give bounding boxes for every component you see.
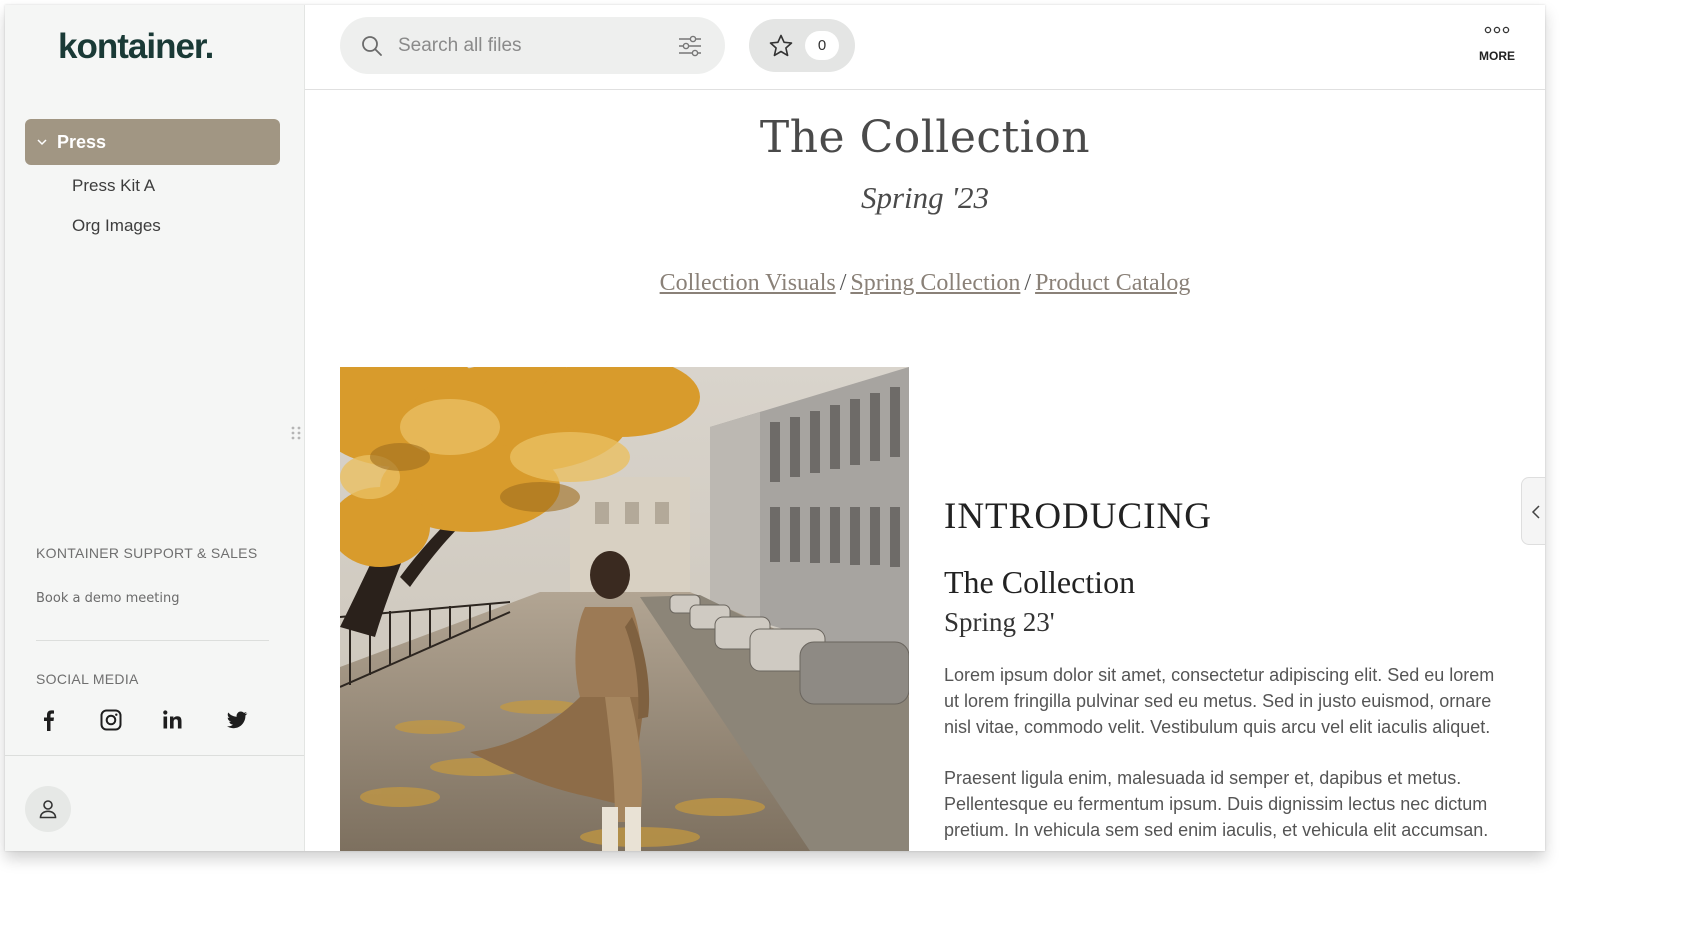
filter-sliders-icon[interactable]	[677, 34, 703, 58]
divider	[36, 640, 269, 641]
breadcrumb-separator: /	[1024, 270, 1032, 296]
linkedin-icon[interactable]	[160, 707, 186, 733]
support-heading: KONTAINER SUPPORT & SALES	[36, 545, 258, 561]
woman-autumn-street-image	[340, 367, 909, 851]
favorites-button[interactable]: 0	[749, 19, 855, 72]
breadcrumb: Collection Visuals / Spring Collection / Pro…	[305, 270, 1545, 297]
chevron-down-icon	[37, 139, 47, 146]
breadcrumb-link-collection-visuals[interactable]: Collection Visuals	[660, 270, 836, 296]
search-input[interactable]	[396, 29, 670, 63]
more-menu-button[interactable]: MORE	[1475, 25, 1519, 63]
intro-title: The Collection	[944, 564, 1136, 600]
sidebar-item-org-images[interactable]: Org Images	[72, 216, 161, 236]
sidebar: kontainer. Press Press Kit A Org Images …	[5, 5, 305, 851]
divider	[5, 755, 304, 756]
intro-paragraph: Praesent ligula enim, malesuada id sempe…	[944, 768, 1489, 840]
sidebar-item-press[interactable]: Press	[25, 119, 280, 165]
sidebar-item-label: Press	[57, 131, 107, 152]
book-demo-link[interactable]: Book a demo meeting	[36, 591, 179, 606]
main-content: The Collection Spring '23 Collection Vis…	[305, 90, 1545, 851]
brand-logo[interactable]: kontainer.	[58, 27, 214, 67]
search-icon	[362, 36, 382, 56]
favorites-count-badge: 0	[805, 31, 839, 60]
social-heading: SOCIAL MEDIA	[36, 671, 139, 687]
intro-paragraph: Lorem ipsum dolor sit amet, consectetur …	[944, 665, 1495, 737]
user-avatar-button[interactable]	[25, 786, 71, 832]
page-subtitle: Spring '23	[860, 180, 990, 215]
intro-heading: INTRODUCING	[944, 496, 1212, 537]
more-label: MORE	[1479, 49, 1515, 63]
twitter-icon[interactable]	[224, 707, 250, 733]
star-icon	[769, 34, 793, 57]
breadcrumb-link-product-catalog[interactable]: Product Catalog	[1035, 270, 1190, 296]
more-dots-icon	[1484, 26, 1510, 34]
breadcrumb-separator: /	[839, 270, 847, 296]
search-bar[interactable]	[340, 17, 725, 74]
sidebar-item-press-kit-a[interactable]: Press Kit A	[72, 176, 155, 196]
app-window: kontainer. Press Press Kit A Org Images …	[5, 5, 1545, 851]
breadcrumb-link-spring-collection[interactable]: Spring Collection	[850, 270, 1020, 296]
collection-photo	[340, 367, 909, 851]
facebook-icon[interactable]	[36, 707, 62, 733]
resize-handle-icon[interactable]	[291, 425, 301, 441]
top-bar: 0 MORE	[305, 5, 1545, 90]
instagram-icon[interactable]	[98, 707, 124, 733]
intro-subtitle: Spring 23'	[944, 607, 1055, 637]
collapse-panel-tab[interactable]	[1521, 477, 1545, 545]
page-title: The Collection	[759, 112, 1091, 163]
chevron-left-icon	[1531, 505, 1540, 519]
user-icon	[39, 800, 57, 819]
